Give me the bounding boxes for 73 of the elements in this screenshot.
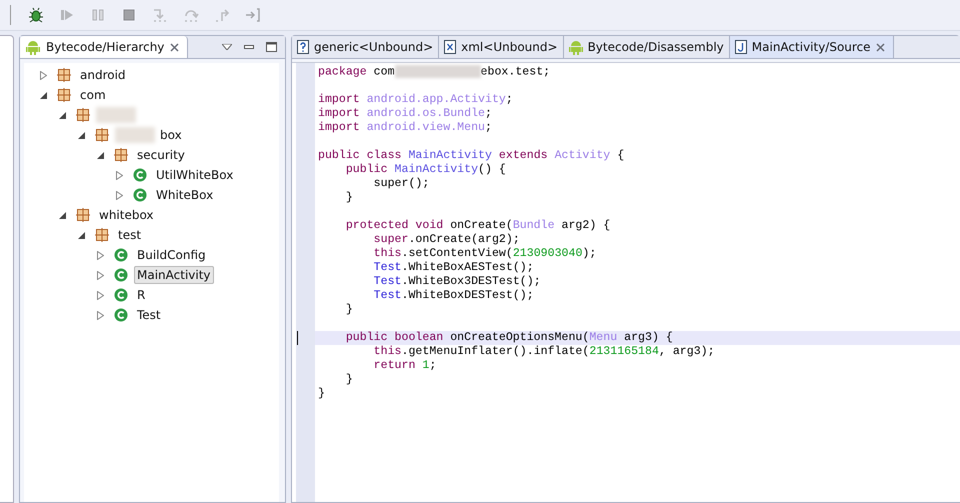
package-icon xyxy=(76,108,90,122)
class-icon xyxy=(114,268,128,282)
class-icon xyxy=(133,168,147,182)
package-icon xyxy=(57,88,71,102)
tree-item[interactable]: whitebox xyxy=(96,206,157,224)
tree-item[interactable]: WhiteBox xyxy=(153,186,216,204)
tree-item[interactable]: Test xyxy=(134,306,164,324)
expand-arrow-icon[interactable] xyxy=(116,170,123,180)
code-line: return 1; xyxy=(372,359,438,373)
editor-tab[interactable]: MainActivity/Source xyxy=(730,36,894,58)
package-icon xyxy=(114,148,128,162)
tree-item[interactable]: com xyxy=(77,86,109,104)
tree-item[interactable]: BuildConfig xyxy=(134,246,209,264)
package-icon xyxy=(95,228,109,242)
editor-tab[interactable]: generic<Unbound> xyxy=(292,36,440,58)
collapse-arrow-icon[interactable] xyxy=(97,152,104,158)
code-line: protected void onCreate(Bundle arg2) { xyxy=(344,219,612,233)
code-line: Test.WhiteBoxDESTest(); xyxy=(372,289,535,303)
expand-arrow-icon[interactable] xyxy=(97,290,104,300)
hierarchy-tab[interactable]: Bytecode/Hierarchy xyxy=(20,36,188,58)
editor-tab[interactable]: xml<Unbound> xyxy=(439,36,564,58)
class-icon xyxy=(114,288,128,302)
code-line: Test.WhiteBox3DESTest(); xyxy=(372,275,542,289)
code-line: public MainActivity() { xyxy=(344,163,507,177)
code-line: } xyxy=(317,387,326,401)
android-icon xyxy=(26,40,40,54)
code-line: this.getMenuInflater().inflate(2131165184, arg3); xyxy=(372,345,716,359)
package-icon xyxy=(76,208,90,222)
class-icon xyxy=(114,248,128,262)
expand-arrow-icon[interactable] xyxy=(97,270,104,280)
collapse-arrow-icon[interactable] xyxy=(40,92,47,98)
class-icon xyxy=(133,188,147,202)
code-line: this.setContentView(2130903040); xyxy=(372,247,598,261)
minimize-icon[interactable] xyxy=(244,45,254,49)
tree-item[interactable]: test xyxy=(115,226,144,244)
code-line: super.onCreate(arg2); xyxy=(372,233,521,247)
tree-item[interactable]: UtilWhiteBox xyxy=(153,166,236,184)
expand-arrow-icon[interactable] xyxy=(97,250,104,260)
maximize-icon[interactable] xyxy=(266,42,277,52)
expand-arrow-icon[interactable] xyxy=(116,190,123,200)
close-icon[interactable] xyxy=(876,42,885,52)
package-icon xyxy=(57,68,71,82)
class-icon xyxy=(114,308,128,322)
code-line: } xyxy=(344,191,354,205)
view-menu-icon[interactable] xyxy=(222,44,232,50)
code-line: Test.WhiteBoxAESTest(); xyxy=(372,261,535,275)
java-file-icon xyxy=(734,40,747,54)
code-line: import android.view.Menu; xyxy=(317,121,493,135)
expand-arrow-icon[interactable] xyxy=(97,310,104,320)
collapse-arrow-icon[interactable] xyxy=(78,232,85,238)
close-icon[interactable] xyxy=(170,42,180,52)
code-line: } xyxy=(344,373,354,387)
tree-item[interactable]: security xyxy=(134,146,188,164)
android-icon xyxy=(568,40,583,54)
collapse-arrow-icon[interactable] xyxy=(78,132,85,138)
code-line: import android.os.Bundle; xyxy=(317,107,493,121)
code-line: super(); xyxy=(372,177,430,191)
tree-item[interactable]: box xyxy=(157,126,185,144)
tree-item[interactable]: android xyxy=(77,66,129,84)
bug-icon[interactable] xyxy=(28,7,44,23)
code-line: package com ebox.test; xyxy=(317,65,552,79)
collapse-arrow-icon[interactable] xyxy=(59,212,66,218)
tree-item[interactable]: R xyxy=(134,286,148,304)
editor-tab[interactable]: Bytecode/Disassembly xyxy=(564,36,730,58)
help-file-icon xyxy=(297,40,309,54)
tree-item[interactable]: MainActivity xyxy=(134,266,214,284)
code-line: import android.app.Activity; xyxy=(317,93,514,107)
xml-file-icon xyxy=(444,40,456,54)
expand-arrow-icon[interactable] xyxy=(40,70,47,80)
code-line: public class MainActivity extends Activity { xyxy=(317,149,626,163)
collapse-arrow-icon[interactable] xyxy=(59,112,66,118)
package-icon xyxy=(95,128,109,142)
code-line: } xyxy=(344,303,354,317)
